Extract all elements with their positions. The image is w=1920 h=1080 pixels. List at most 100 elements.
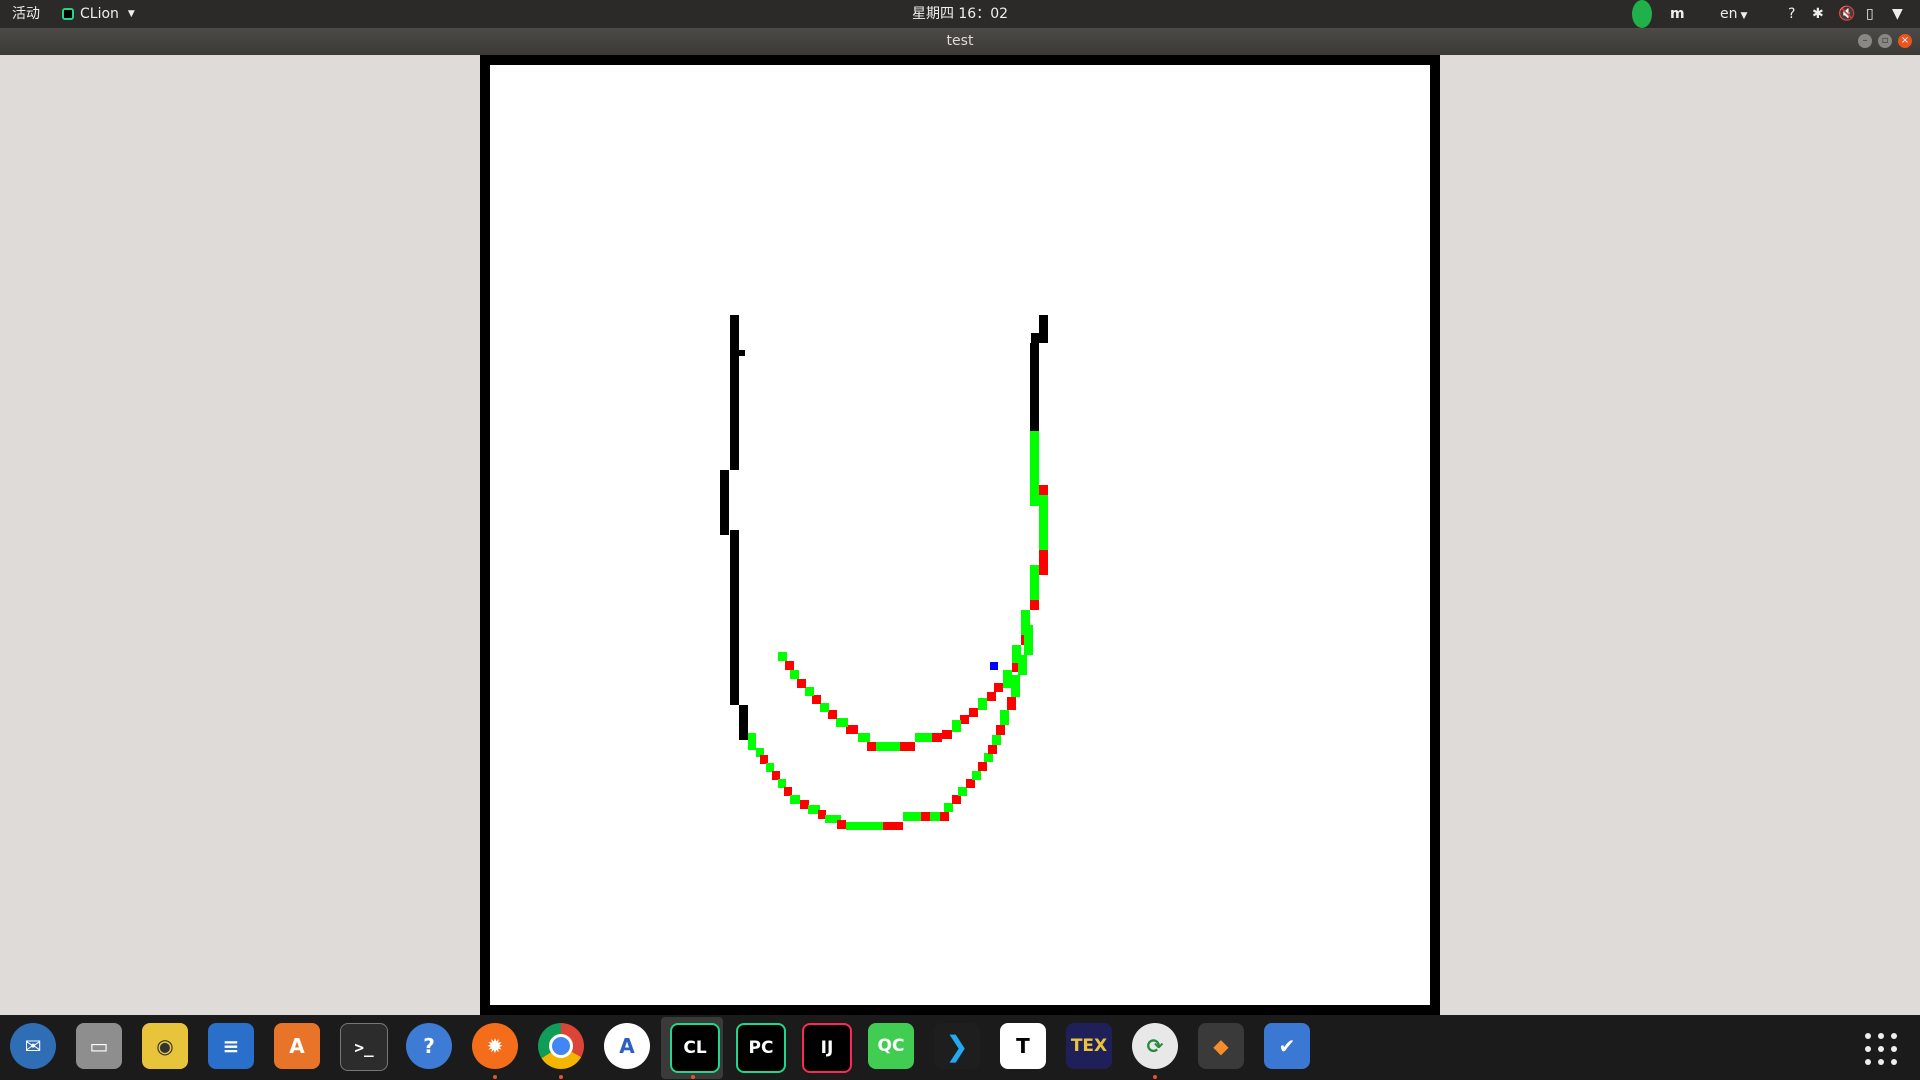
software-center-icon[interactable]: A [274,1023,320,1069]
intellij-icon[interactable]: IJ [802,1023,852,1073]
red-segment [940,812,949,821]
red-segment [932,733,942,742]
activities-button[interactable]: 活动 [12,0,40,28]
terminal-icon[interactable]: >_ [340,1023,388,1071]
qtcreator-icon[interactable]: QC [868,1023,914,1069]
red-segment [785,661,794,670]
red-segment [987,692,996,701]
green-segment [978,698,987,710]
minimize-button[interactable]: – [1858,34,1872,48]
thunderbird-icon[interactable]: ✉ [10,1023,56,1069]
green-segment [903,812,921,821]
red-segment [994,683,1003,692]
chevron-down-icon: ▼ [1740,11,1748,21]
black-segment [730,315,739,470]
green-segment [820,703,829,712]
green-segment [875,742,900,751]
red-segment [952,795,961,804]
red-segment [828,710,837,719]
red-segment [1039,485,1048,495]
app-store-icon[interactable]: A [604,1023,650,1069]
black-segment [1030,343,1039,431]
pycharm-icon[interactable]: PC [736,1023,786,1073]
typora-icon[interactable]: T [1000,1023,1046,1069]
window-titlebar[interactable]: test – ▫ × [0,28,1920,55]
green-segment [1018,655,1027,675]
volume-muted-icon[interactable]: 🔇 [1838,0,1855,28]
red-segment [966,779,975,788]
blue-point [990,662,998,670]
clion-icon[interactable]: CL [670,1023,720,1073]
green-segment [930,812,940,821]
red-segment [797,679,806,688]
black-path [720,315,1048,740]
red-segment [1030,600,1039,610]
green-segment [1011,675,1020,697]
red-segment [818,810,826,819]
red-segment [812,695,821,704]
running-indicator [691,1075,695,1079]
system-menu-caret-icon[interactable]: ▼ [1892,0,1903,28]
green-segment [958,787,967,796]
app-menu-label: CLion [80,6,119,22]
black-segment [739,705,748,740]
help-icon[interactable]: ? [1788,0,1795,28]
language-menu[interactable]: en ▼ [1720,0,1747,28]
green-segment [778,779,786,788]
black-segment [730,530,739,705]
green-segment [836,718,848,727]
green-segment [858,733,870,742]
green-segment [984,753,993,762]
green-segment [790,795,800,804]
red-segment [867,742,876,751]
top-panel: 活动 CLion ▼ 星期四 16：02 m en ▼ ? ✱ 🔇 ▯ ▼ [0,0,1920,28]
files-icon[interactable]: ▭ [76,1023,122,1069]
network-icon[interactable]: ⟳ [1132,1023,1178,1069]
image-canvas [490,65,1430,1005]
chrome-icon[interactable] [538,1023,584,1069]
green-segment [944,803,953,812]
vscode-icon[interactable]: ❯ [934,1023,980,1069]
sublime-icon[interactable]: ◆ [1198,1023,1244,1069]
black-segment [1031,333,1041,343]
show-applications-icon[interactable] [1865,1033,1897,1065]
green-segment [972,771,981,780]
writer-icon[interactable]: ≡ [208,1023,254,1069]
red-segment [996,725,1005,735]
firefox-icon[interactable]: ✹ [472,1023,518,1069]
battery-icon[interactable]: ▯ [1866,0,1874,28]
running-indicator [1153,1075,1157,1079]
green-segment [748,733,756,750]
green-segment [1030,565,1039,600]
green-segment [1000,710,1009,725]
red-segment [900,742,915,751]
running-indicator [559,1075,563,1079]
red-segment [988,745,997,754]
red-segment [1007,697,1016,710]
rhythmbox-icon[interactable]: ◉ [142,1023,188,1069]
red-segment [837,820,846,829]
texstudio-icon[interactable]: TEX [1066,1023,1112,1069]
maximize-button[interactable]: ▫ [1878,34,1892,48]
bluetooth-manager-icon[interactable] [1632,0,1652,28]
bluetooth-icon[interactable]: ✱ [1812,0,1824,28]
red-segment [784,787,792,796]
dock: ✉ ▭ ◉ ≡ A >_ ? ✹ A CL PC IJ QC ❯ T TEX ⟳… [0,1015,1920,1080]
app-menu[interactable]: CLion ▼ [62,0,135,28]
tasks-icon[interactable]: ✔ [1264,1023,1310,1069]
close-button[interactable]: × [1898,34,1912,48]
tray-app-icon[interactable]: m [1670,0,1685,28]
colored-path [748,431,1048,830]
language-label: en [1720,6,1738,22]
red-segment [760,755,768,764]
red-segment [772,771,780,780]
green-segment [790,670,799,679]
green-segment [846,822,883,830]
help-icon[interactable]: ? [406,1023,452,1069]
red-segment [1039,550,1048,575]
red-segment [978,762,987,771]
green-segment [952,720,961,732]
running-indicator [493,1075,497,1079]
green-segment [1024,625,1033,655]
red-segment [921,812,930,821]
